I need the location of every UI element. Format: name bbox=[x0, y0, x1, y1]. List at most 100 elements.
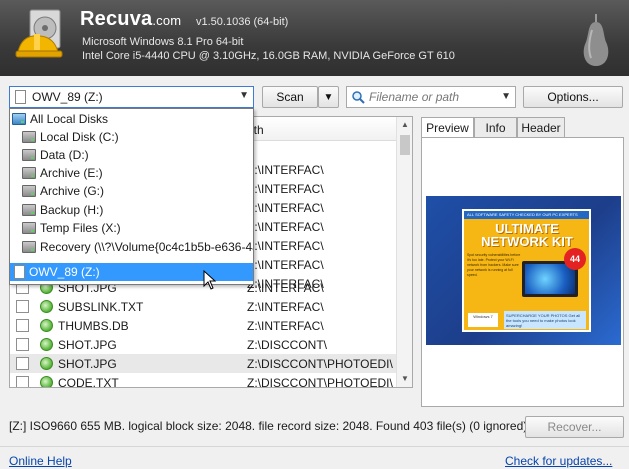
app-header: Recuva.com v1.50.1036 (64-bit) Microsoft… bbox=[0, 0, 629, 76]
scrollbar-thumb[interactable] bbox=[400, 135, 410, 155]
drive-option[interactable]: All Local Disks bbox=[10, 110, 253, 128]
row-checkbox[interactable] bbox=[16, 300, 29, 313]
search-input[interactable]: Filename or path ▼ bbox=[346, 86, 516, 108]
file-path: \ bbox=[247, 144, 395, 158]
file-path: Z:\DISCCONT\PHOTOEDI\ bbox=[247, 357, 393, 371]
magazine-title: ULTIMATE NETWORK KIT bbox=[481, 221, 573, 249]
state-excellent-icon bbox=[40, 376, 53, 387]
hardware-info: Intel Core i5-4440 CPU @ 3.10GHz, 16.0GB… bbox=[82, 50, 455, 62]
hard-disk-icon bbox=[22, 204, 36, 216]
all-disks-icon bbox=[12, 113, 26, 125]
tab-info[interactable]: Info bbox=[474, 117, 517, 137]
tab-header[interactable]: Header bbox=[517, 117, 565, 137]
file-path: Z:\DISCCONT\ bbox=[247, 338, 327, 352]
file-path: Z:\INTERFAC\ bbox=[247, 281, 324, 295]
table-row[interactable]: SUBSLINK.TXT Z:\INTERFAC\ bbox=[10, 297, 396, 316]
drive-option[interactable]: Local Disk (C:) bbox=[10, 128, 253, 146]
drive-option-label: OWV_89 (Z:) bbox=[29, 265, 100, 279]
disc-drive-icon bbox=[14, 265, 25, 279]
scan-button[interactable]: Scan bbox=[262, 86, 318, 108]
table-row[interactable]: THUMBS.DB Z:\INTERFAC\ bbox=[10, 316, 396, 335]
drive-option-label: Local Disk (C:) bbox=[40, 130, 119, 144]
row-checkbox[interactable] bbox=[16, 357, 29, 370]
file-name: SHOT.JPG bbox=[58, 357, 117, 371]
file-path: Z:\INTERFAC\ bbox=[247, 182, 324, 196]
drive-option[interactable]: Data (D:) bbox=[10, 146, 253, 164]
chevron-down-icon: ▼ bbox=[239, 90, 249, 101]
disc-drive-icon bbox=[15, 90, 26, 104]
row-checkbox[interactable] bbox=[16, 376, 29, 387]
drive-option-label: All Local Disks bbox=[30, 112, 109, 126]
magazine-badge: 44 bbox=[564, 248, 586, 270]
vertical-scrollbar[interactable]: ▲ ▼ bbox=[396, 117, 412, 387]
file-path: Z:\INTERFAC\ bbox=[247, 319, 324, 333]
magazine-strip-text: ALL SOFTWARE SAFETY CHECKED BY OUR PC EX… bbox=[467, 212, 578, 217]
scan-options-dropdown[interactable]: ▼ bbox=[318, 86, 339, 108]
drive-option-label: Archive (G:) bbox=[40, 184, 105, 198]
file-name: SHOT.JPG bbox=[58, 338, 117, 352]
hard-disk-icon bbox=[22, 185, 36, 197]
state-excellent-icon bbox=[40, 319, 53, 332]
drive-option[interactable]: Archive (E:) bbox=[10, 164, 253, 182]
file-name: CODE.TXT bbox=[58, 376, 119, 388]
mouse-cursor-icon bbox=[203, 270, 217, 290]
magazine-cover: ALL SOFTWARE SAFETY CHECKED BY OUR PC EX… bbox=[462, 209, 591, 332]
scroll-up-icon[interactable]: ▲ bbox=[397, 117, 412, 133]
app-version: v1.50.1036 (64-bit) bbox=[196, 16, 289, 28]
file-path: Z:\DISCCONT\PHOTOEDI\ bbox=[247, 376, 393, 388]
drive-option[interactable]: Archive (G:) bbox=[10, 182, 253, 200]
hard-disk-icon bbox=[22, 149, 36, 161]
recuva-logo-icon bbox=[15, 9, 63, 58]
drive-select-value: OWV_89 (Z:) bbox=[32, 90, 103, 104]
file-path: Z:\INTERFAC\ bbox=[247, 220, 324, 234]
drive-dropdown-list: All Local Disks Local Disk (C:) Data (D:… bbox=[9, 108, 254, 285]
system-info: Microsoft Windows 8.1 Pro 64-bit Intel C… bbox=[82, 35, 455, 63]
drive-option-label: Data (D:) bbox=[40, 148, 89, 162]
state-excellent-icon bbox=[40, 357, 53, 370]
table-row[interactable]: SHOT.JPG Z:\DISCCONT\ bbox=[10, 335, 396, 354]
chevron-down-icon: ▼ bbox=[323, 91, 334, 103]
chevron-down-icon: ▼ bbox=[501, 91, 511, 102]
magazine-strip: ALL SOFTWARE SAFETY CHECKED BY OUR PC EX… bbox=[464, 211, 589, 219]
hard-disk-icon bbox=[22, 167, 36, 179]
hard-disk-icon bbox=[22, 241, 36, 253]
drive-option[interactable]: Backup (H:) bbox=[10, 201, 253, 219]
windows-logo: Windows 7 bbox=[468, 313, 498, 327]
scroll-down-icon[interactable]: ▼ bbox=[397, 371, 412, 387]
drive-select[interactable]: OWV_89 (Z:) ▼ bbox=[9, 86, 254, 108]
drive-option[interactable]: Recovery (\\?\Volume{0c4c1b5b-e636-4ad bbox=[10, 238, 253, 256]
options-button[interactable]: Options... bbox=[523, 86, 623, 108]
check-updates-link[interactable]: Check for updates... bbox=[505, 454, 612, 468]
hard-disk-icon bbox=[22, 131, 36, 143]
file-path: Z:\INTERFAC\ bbox=[247, 258, 324, 272]
piriform-pear-icon bbox=[583, 14, 609, 66]
file-path: Z:\INTERFAC\ bbox=[247, 239, 324, 253]
drive-option-label: Temp Files (X:) bbox=[40, 221, 121, 235]
preview-image: ALL SOFTWARE SAFETY CHECKED BY OUR PC EX… bbox=[426, 196, 621, 345]
app-brand: Recuva.com bbox=[80, 8, 182, 30]
drive-option[interactable]: Temp Files (X:) bbox=[10, 219, 253, 237]
status-text: [Z:] ISO9660 655 MB. logical block size:… bbox=[9, 419, 560, 433]
os-info: Microsoft Windows 8.1 Pro 64-bit bbox=[82, 36, 244, 48]
preview-pane: ALL SOFTWARE SAFETY CHECKED BY OUR PC EX… bbox=[421, 137, 624, 407]
hard-disk-icon bbox=[22, 222, 36, 234]
drive-option-label: Recovery (\\?\Volume{0c4c1b5b-e636-4ad bbox=[40, 240, 254, 254]
file-path: Z:\INTERFAC\ bbox=[247, 300, 324, 314]
state-excellent-icon bbox=[40, 300, 53, 313]
file-name: THUMBS.DB bbox=[58, 319, 129, 333]
magazine-body-text: Spot security vulnerabilities before it'… bbox=[467, 253, 521, 277]
drive-option-label: Archive (E:) bbox=[40, 166, 103, 180]
table-row[interactable]: CODE.TXT Z:\DISCCONT\PHOTOEDI\ bbox=[10, 373, 396, 388]
file-name: SUBSLINK.TXT bbox=[58, 300, 144, 314]
online-help-link[interactable]: Online Help bbox=[9, 454, 72, 468]
footer-divider bbox=[0, 446, 629, 447]
row-checkbox[interactable] bbox=[16, 319, 29, 332]
file-path: Z:\INTERFAC\ bbox=[247, 163, 324, 177]
table-row[interactable]: SHOT.JPG Z:\DISCCONT\PHOTOEDI\ bbox=[10, 354, 396, 373]
recover-button[interactable]: Recover... bbox=[525, 416, 624, 438]
row-checkbox[interactable] bbox=[16, 338, 29, 351]
tab-preview[interactable]: Preview bbox=[421, 117, 474, 138]
state-excellent-icon bbox=[40, 338, 53, 351]
drive-option-label: Backup (H:) bbox=[40, 203, 104, 217]
magazine-bottom-text: SUPERCHARGE YOUR PHOTOS Get all the tool… bbox=[504, 311, 586, 329]
